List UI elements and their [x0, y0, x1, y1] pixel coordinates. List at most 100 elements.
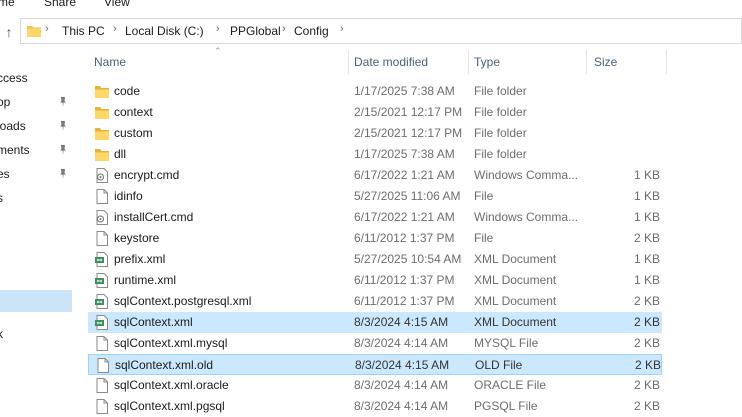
breadcrumb-config[interactable]: Config [294, 24, 329, 38]
file-date: 5/27/2025 11:06 AM [354, 189, 461, 203]
file-size: 1 KB [633, 189, 660, 203]
file-size: 1 KB [633, 168, 660, 182]
file-name: sqlContext.xml [114, 315, 193, 329]
column-header-row: ⌃ Name Date modified Type Size [88, 46, 668, 74]
nav-item-network[interactable]: k [0, 323, 72, 345]
address-bar[interactable]: › This PC › Local Disk (C:) › PPGlobal ›… [20, 18, 742, 44]
file-name: sqlContext.xml.mysql [114, 336, 228, 350]
folder-icon [95, 128, 109, 140]
file-type: PGSQL File [474, 399, 538, 413]
file-row[interactable]: keystore 6/11/2012 1:37 PM File 2 KB [88, 228, 662, 249]
xml-file-icon [95, 273, 108, 288]
column-divider[interactable] [586, 50, 587, 74]
ribbon-tab-view[interactable]: View [104, 0, 130, 9]
file-size: 2 KB [633, 231, 660, 245]
file-type: XML Document [474, 294, 557, 308]
up-arrow-icon[interactable]: ↑ [0, 22, 18, 42]
ribbon-tab-share[interactable]: Share [44, 0, 76, 9]
file-row[interactable]: custom 2/15/2021 12:17 PM File folder [88, 123, 662, 144]
file-type: File folder [474, 84, 527, 98]
nav-item-5[interactable]: s [0, 187, 72, 209]
ribbon-tab-home[interactable]: me [0, 0, 15, 9]
file-date: 8/3/2024 4:15 AM [354, 315, 449, 329]
xml-file-icon [95, 315, 108, 330]
column-divider[interactable] [666, 50, 667, 74]
file-icon [96, 231, 108, 246]
file-row[interactable]: sqlContext.xml.oracle 8/3/2024 4:14 AM O… [88, 375, 662, 396]
file-size: 1 KB [633, 210, 660, 224]
cmd-file-icon [96, 168, 108, 183]
pin-icon [60, 145, 66, 155]
chevron-right-icon[interactable]: › [282, 23, 286, 35]
file-row[interactable]: installCert.cmd 6/17/2022 1:21 AM Window… [88, 207, 662, 228]
column-divider[interactable] [468, 50, 469, 74]
nav-item-downloads[interactable]: loads [0, 115, 72, 137]
file-row[interactable]: dll 1/17/2025 7:38 AM File folder [88, 144, 662, 165]
file-row-focused[interactable]: sqlContext.xml.old 8/3/2024 4:15 AM OLD … [88, 354, 662, 375]
file-row[interactable]: runtime.xml 6/11/2012 1:37 PM XML Docume… [88, 270, 662, 291]
chevron-right-icon[interactable]: › [216, 23, 220, 35]
column-header-type[interactable]: Type [474, 50, 500, 74]
file-type: XML Document [474, 252, 557, 266]
breadcrumb-ppglobal[interactable]: PPGlobal [230, 24, 281, 38]
file-row[interactable]: context 2/15/2021 12:17 PM File folder [88, 102, 662, 123]
file-date: 6/11/2012 1:37 PM [354, 273, 455, 287]
chevron-right-icon[interactable]: › [113, 23, 117, 35]
file-size [588, 81, 660, 102]
file-row[interactable]: idinfo 5/27/2025 11:06 AM File 1 KB [88, 186, 662, 207]
file-date: 8/3/2024 4:14 AM [354, 378, 449, 392]
file-date: 8/3/2024 4:14 AM [354, 336, 449, 350]
xml-file-icon [95, 294, 108, 309]
file-size: 2 KB [633, 378, 660, 392]
folder-icon [95, 149, 109, 161]
pin-icon [60, 169, 66, 179]
breadcrumb-this-pc[interactable]: This PC [62, 24, 105, 38]
file-name: runtime.xml [114, 273, 177, 287]
folder-icon [95, 86, 109, 98]
file-name: sqlContext.postgresql.xml [114, 294, 252, 308]
file-size: 1 KB [633, 273, 660, 287]
file-name: idinfo [114, 189, 143, 203]
nav-item-documents[interactable]: ments [0, 139, 72, 161]
pin-icon [60, 97, 66, 107]
nav-item-desktop[interactable]: op [0, 91, 72, 113]
file-row[interactable]: sqlContext.xml.mysql 8/3/2024 4:14 AM MY… [88, 333, 662, 354]
file-size: 2 KB [634, 358, 661, 372]
file-date: 6/11/2012 1:37 PM [354, 231, 455, 245]
file-size [588, 123, 660, 144]
file-size: 2 KB [633, 336, 660, 350]
file-row[interactable]: sqlContext.postgresql.xml 6/11/2012 1:37… [88, 291, 662, 312]
file-type: ORACLE File [474, 378, 547, 392]
nav-item-selected[interactable] [0, 290, 72, 312]
chevron-right-icon[interactable]: › [45, 23, 49, 35]
folder-icon [95, 107, 109, 119]
column-header-name[interactable]: Name [94, 50, 126, 74]
file-row[interactable]: encrypt.cmd 6/17/2022 1:21 AM Windows Co… [88, 165, 662, 186]
file-row[interactable]: sqlContext.xml.pgsql 8/3/2024 4:14 AM PG… [88, 396, 662, 417]
column-header-date[interactable]: Date modified [354, 50, 428, 74]
file-type: XML Document [474, 315, 557, 329]
file-row-selected[interactable]: sqlContext.xml 8/3/2024 4:15 AM XML Docu… [88, 312, 662, 333]
file-size: 2 KB [633, 399, 660, 413]
file-type: Windows Comma... [474, 210, 579, 224]
nav-item-pictures[interactable]: es [0, 163, 72, 185]
column-divider[interactable] [348, 50, 349, 74]
chevron-right-icon[interactable]: › [340, 23, 344, 35]
ribbon-tabs: me Share View [0, 0, 742, 12]
file-type: File folder [474, 105, 527, 119]
file-row[interactable]: prefix.xml 5/27/2025 10:54 AM XML Docume… [88, 249, 662, 270]
file-name: context [114, 105, 153, 119]
file-icon [96, 378, 108, 393]
file-name: prefix.xml [114, 252, 166, 266]
file-row[interactable]: code 1/17/2025 7:38 AM File folder [88, 81, 662, 102]
file-size: 2 KB [633, 294, 660, 308]
nav-item-quick-access[interactable]: ccess [0, 67, 72, 89]
file-name: sqlContext.xml.pgsql [114, 399, 225, 413]
file-name: encrypt.cmd [114, 168, 180, 182]
breadcrumb-local-disk[interactable]: Local Disk (C:) [125, 24, 204, 38]
column-header-size[interactable]: Size [594, 50, 617, 74]
file-name: dll [114, 147, 127, 161]
file-date: 6/17/2022 1:21 AM [354, 210, 455, 224]
file-size [588, 102, 660, 123]
file-name: custom [114, 126, 153, 140]
